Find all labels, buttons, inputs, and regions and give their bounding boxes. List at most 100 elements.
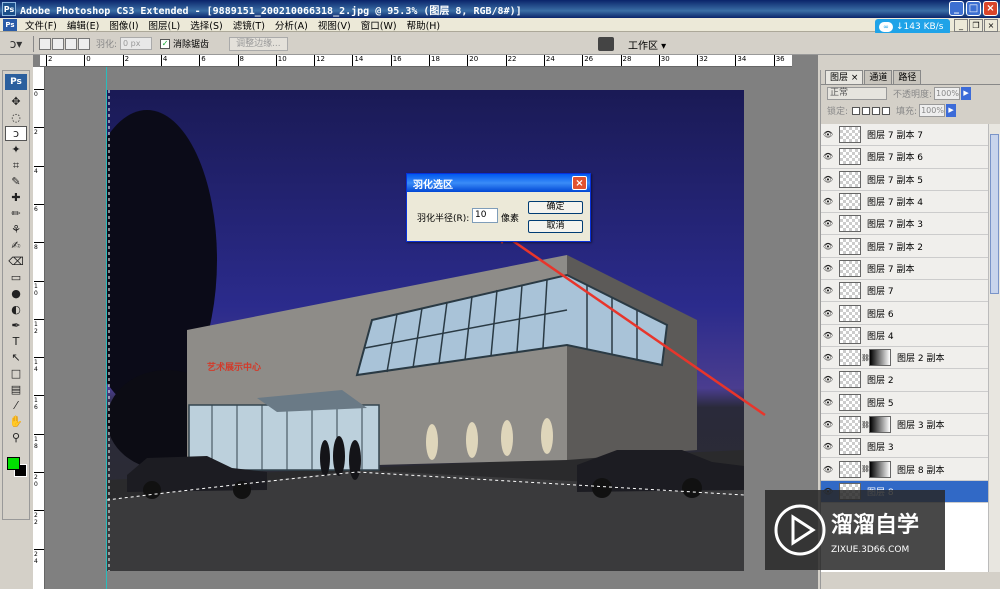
eyedropper-icon[interactable]: ✎	[5, 174, 27, 189]
lock-transparent-icon[interactable]	[852, 106, 861, 115]
healing-brush-icon[interactable]: ✚	[5, 190, 27, 205]
visibility-eye-icon[interactable]: 👁	[821, 442, 835, 451]
layer-row[interactable]: 👁 图层 2	[821, 369, 989, 392]
lasso-tool-icon[interactable]: ↄ	[5, 126, 27, 141]
layer-row[interactable]: 👁 图层 7 副本 2	[821, 235, 989, 258]
close-button[interactable]: ×	[983, 1, 998, 16]
layer-row[interactable]: 👁 图层 7 副本 7	[821, 124, 989, 147]
intersect-selection-icon[interactable]	[78, 37, 90, 50]
gradient-tool-icon[interactable]: ▭	[5, 270, 27, 285]
visibility-eye-icon[interactable]: 👁	[821, 398, 835, 407]
history-brush-icon[interactable]: ✍	[5, 238, 27, 253]
visibility-eye-icon[interactable]: 👁	[821, 264, 835, 273]
brush-tool-icon[interactable]: ✏	[5, 206, 27, 221]
layer-row[interactable]: 👁 图层 4	[821, 324, 989, 347]
tab-channels[interactable]: 通道	[864, 70, 893, 84]
visibility-eye-icon[interactable]: 👁	[821, 175, 835, 184]
visibility-eye-icon[interactable]: 👁	[821, 309, 835, 318]
visibility-eye-icon[interactable]: 👁	[821, 219, 835, 228]
layer-row[interactable]: 👁 图层 5	[821, 391, 989, 414]
bridge-icon[interactable]	[598, 37, 614, 51]
eraser-icon[interactable]: ⌫	[5, 254, 27, 269]
type-tool-icon[interactable]: T	[5, 334, 27, 349]
lock-pixels-icon[interactable]	[862, 106, 871, 115]
tab-paths[interactable]: 路径	[893, 70, 922, 84]
workspace-menu[interactable]: 工作区 ▾	[628, 37, 666, 52]
lasso-preset-icon[interactable]: ↄ▾	[4, 35, 28, 53]
blur-tool-icon[interactable]: ●	[5, 286, 27, 301]
mask-link-icon[interactable]: ⛓	[861, 354, 870, 362]
path-select-icon[interactable]: ↖	[5, 350, 27, 365]
layer-row[interactable]: 👁 图层 7	[821, 280, 989, 303]
dodge-tool-icon[interactable]: ◐	[5, 302, 27, 317]
visibility-eye-icon[interactable]: 👁	[821, 242, 835, 251]
layer-scrollbar[interactable]	[988, 124, 1000, 572]
visibility-eye-icon[interactable]: 👁	[821, 375, 835, 384]
visibility-eye-icon[interactable]: 👁	[821, 152, 835, 161]
antialias-checkbox[interactable]: ✓	[160, 38, 171, 49]
foreground-color-swatch[interactable]	[7, 457, 20, 470]
layer-mask-thumbnail[interactable]	[869, 460, 891, 478]
menu-help[interactable]: 帮助(H)	[402, 18, 446, 32]
menu-select[interactable]: 选择(S)	[185, 18, 227, 32]
lock-all-icon[interactable]	[882, 106, 891, 115]
layer-row[interactable]: 👁 图层 6	[821, 302, 989, 325]
zoom-tool-icon[interactable]: ⚲	[5, 430, 27, 445]
mask-link-icon[interactable]: ⛓	[861, 465, 870, 473]
shape-tool-icon[interactable]: □	[5, 366, 27, 381]
visibility-eye-icon[interactable]: 👁	[821, 197, 835, 206]
layer-row[interactable]: 👁 图层 7 副本 6	[821, 146, 989, 169]
menu-view[interactable]: 视图(V)	[313, 18, 356, 32]
subtract-selection-icon[interactable]	[65, 37, 77, 50]
layer-row[interactable]: 👁 ⛓ 图层 8 副本	[821, 458, 989, 481]
visibility-eye-icon[interactable]: 👁	[821, 130, 835, 139]
doc-restore-button[interactable]: ❐	[969, 19, 983, 32]
clone-stamp-icon[interactable]: ⚘	[5, 222, 27, 237]
cancel-button[interactable]: 取消	[528, 220, 583, 233]
dialog-close-icon[interactable]: ×	[572, 176, 587, 190]
layer-mask-thumbnail[interactable]	[869, 416, 891, 433]
layer-row[interactable]: 👁 ⛓ 图层 3 副本	[821, 413, 989, 437]
visibility-eye-icon[interactable]: 👁	[821, 286, 835, 295]
layer-row[interactable]: 👁 图层 7 副本 3	[821, 213, 989, 236]
minimize-button[interactable]: _	[949, 1, 964, 16]
layer-mask-thumbnail[interactable]	[869, 349, 891, 367]
blend-mode-select[interactable]: 正常	[827, 87, 887, 100]
menu-image[interactable]: 图像(I)	[104, 18, 143, 32]
fill-arrow-icon[interactable]: ▶	[946, 104, 957, 117]
layer-row[interactable]: 👁 图层 3	[821, 436, 989, 459]
menu-file[interactable]: 文件(F)	[20, 18, 62, 32]
feather-input[interactable]: 0 px	[120, 37, 153, 50]
crop-tool-icon[interactable]: ⌗	[5, 158, 27, 173]
menu-edit[interactable]: 编辑(E)	[62, 18, 104, 32]
fill-input[interactable]: 100%	[919, 104, 946, 117]
opacity-arrow-icon[interactable]: ▶	[961, 87, 972, 100]
feather-radius-input[interactable]: 10	[472, 208, 498, 223]
new-selection-icon[interactable]	[39, 37, 51, 50]
mask-link-icon[interactable]: ⛓	[861, 421, 870, 429]
add-selection-icon[interactable]	[52, 37, 64, 50]
doc-minimize-button[interactable]: _	[954, 19, 968, 32]
layer-row[interactable]: 👁 图层 7 副本 4	[821, 190, 989, 214]
pen-tool-icon[interactable]: ✒	[5, 318, 27, 333]
document-icon[interactable]: Ps	[3, 18, 17, 31]
menu-filter[interactable]: 滤镜(T)	[228, 18, 270, 32]
refine-edge-button[interactable]: 调整边缘...	[229, 36, 288, 51]
visibility-eye-icon[interactable]: 👁	[821, 331, 835, 340]
marquee-tool-icon[interactable]: ◌	[5, 110, 27, 125]
maximize-button[interactable]: □	[966, 1, 981, 16]
layer-row[interactable]: 👁 ⛓ 图层 2 副本	[821, 346, 989, 370]
opacity-input[interactable]: 100%	[934, 87, 961, 100]
tab-layers[interactable]: 图层 ×	[825, 70, 864, 84]
lock-position-icon[interactable]	[872, 106, 881, 115]
ok-button[interactable]: 确定	[528, 201, 583, 214]
magic-wand-icon[interactable]: ✦	[5, 142, 27, 157]
visibility-eye-icon[interactable]: 👁	[821, 420, 835, 429]
menu-layer[interactable]: 图层(L)	[144, 18, 186, 32]
hand-tool-icon[interactable]: ✋	[5, 414, 27, 429]
notes-tool-icon[interactable]: ▤	[5, 382, 27, 397]
layer-row[interactable]: 👁 图层 7 副本 5	[821, 168, 989, 191]
eyedropper2-icon[interactable]: ⁄	[5, 398, 27, 413]
visibility-eye-icon[interactable]: 👁	[821, 353, 835, 362]
menu-analysis[interactable]: 分析(A)	[270, 18, 313, 32]
